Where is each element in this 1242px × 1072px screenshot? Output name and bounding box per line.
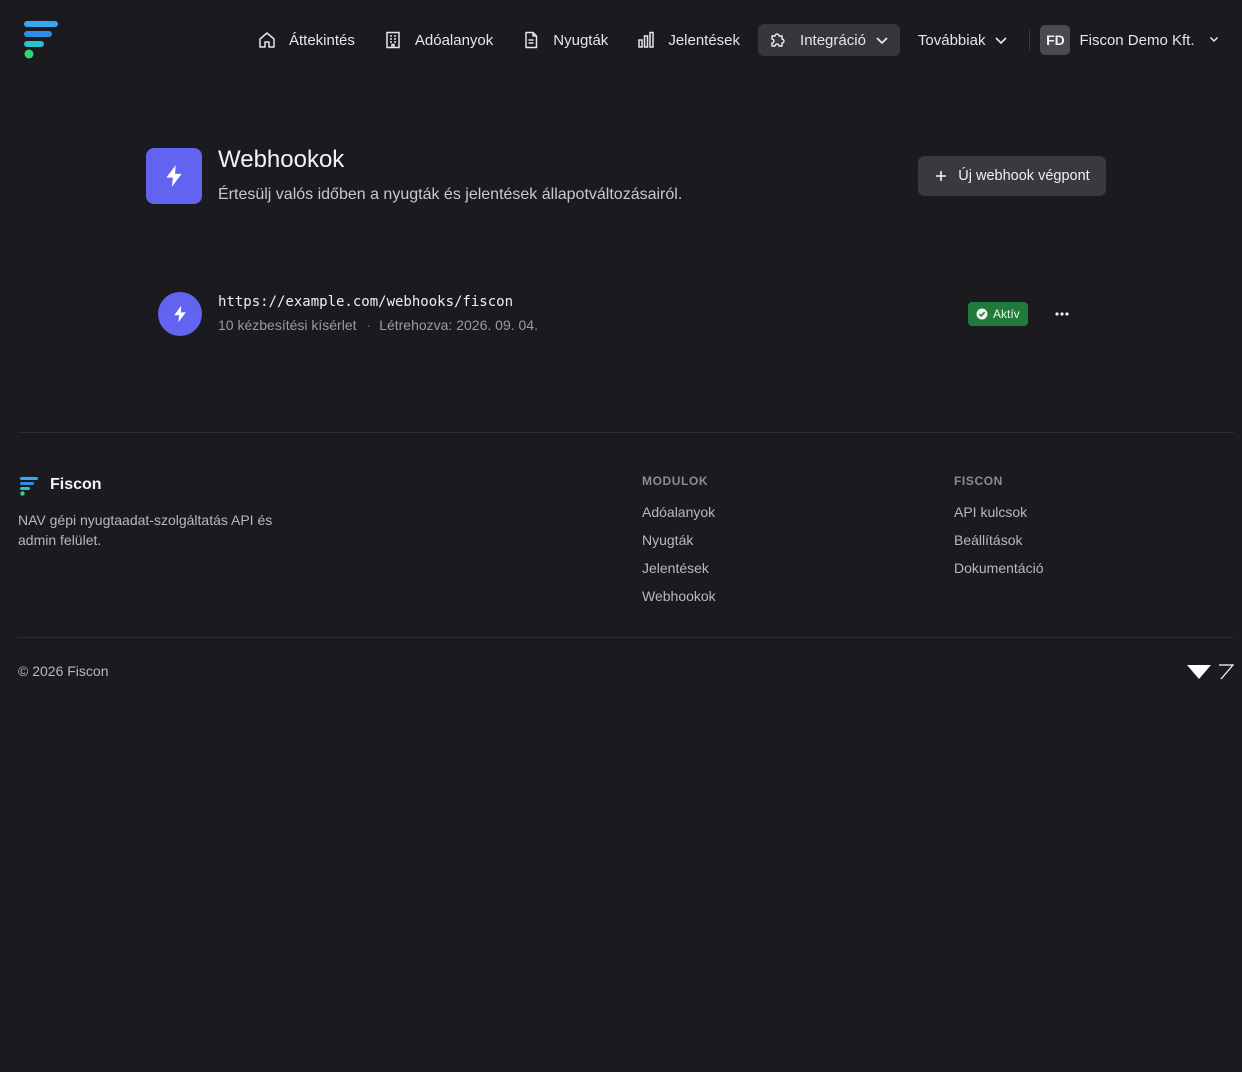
nav-item-more[interactable]: Továbbiak [908,24,1020,56]
new-webhook-button[interactable]: Új webhook végpont [918,156,1106,196]
nav-item-label: Nyugták [553,31,609,49]
page-subtitle: Értesülj valós időben a nyugták és jelen… [218,186,683,203]
webhooks-page-icon [146,148,202,204]
vendor-logo-icon[interactable] [1186,664,1234,680]
account-name: Fiscon Demo Kft. [1079,31,1195,49]
chevron-down-icon[interactable] [1207,32,1221,46]
footer-column-fiscon: FISCON API kulcsok Beállítások Dokumentá… [954,474,1044,586]
nav-item-overview[interactable]: Áttekintés [247,24,365,56]
webhook-meta: 10 kézbesítési kísérlet · Létrehozva: 2026… [218,317,538,333]
bar-chart-icon [638,31,655,48]
building-icon [386,31,400,49]
account-menu[interactable]: FD Fiscon Demo Kft. [1040,24,1195,56]
plus-icon [936,171,947,181]
nav-divider [1029,30,1031,50]
footer-link-receipts[interactable]: Nyugták [642,530,716,558]
footer-link-documentation[interactable]: Dokumentáció [954,558,1044,586]
puzzle-icon [771,33,785,47]
nav-item-label: Adóalanyok [414,31,494,49]
nav-item-label: Továbbiak [917,31,986,49]
webhook-url[interactable]: https://example.com/webhooks/fiscon [218,294,513,310]
footer-brand: Fiscon [50,476,102,493]
nav-item-label: Integráció [800,31,866,49]
footer-bottom-divider [18,637,1234,638]
ellipsis-icon [1055,312,1069,316]
chevron-down-icon [995,37,1008,45]
new-webhook-button-label: Új webhook végpont [958,168,1090,184]
nav-item-integration[interactable]: Integráció [758,24,900,56]
fiscon-logo-icon[interactable] [22,20,60,60]
nav-item-reports[interactable]: Jelentések [626,24,750,56]
nav-item-taxpayers[interactable]: Adóalanyok [373,24,503,56]
nav-item-receipts[interactable]: Nyugták [511,24,618,56]
top-navigation-bar: Áttekintés Adóalanyok Nyugták Jelentések… [0,0,1242,80]
lightning-icon [166,165,182,187]
check-circle-icon [976,308,988,320]
copyright: © 2026 Fiscon [18,663,109,679]
home-icon [259,32,275,48]
footer-link-api-keys[interactable]: API kulcsok [954,502,1044,530]
footer-divider [18,432,1234,433]
footer-link-taxpayers[interactable]: Adóalanyok [642,502,716,530]
footer-link-webhooks[interactable]: Webhookok [642,586,716,614]
footer-column-title: MODULOK [642,474,709,488]
fiscon-logo-icon[interactable] [19,476,39,496]
footer-description: NAV gépi nyugtaadat-szolgáltatás API és … [18,512,273,548]
avatar: FD [1040,25,1071,55]
status-badge: Aktív [968,302,1028,326]
footer-link-settings[interactable]: Beállítások [954,530,1044,558]
document-icon [525,31,538,49]
nav-item-label: Áttekintés [289,31,355,49]
footer-link-reports[interactable]: Jelentések [642,558,716,586]
meta-separator: · [366,317,372,333]
chevron-down-icon [876,37,888,45]
nav-item-label: Jelentések [668,31,741,49]
footer-column-title: FISCON [954,474,1003,488]
lightning-icon [174,305,186,323]
webhook-avatar [158,292,202,336]
footer-column-modules: MODULOK Adóalanyok Nyugták Jelentések We… [642,474,716,614]
webhook-created: Létrehozva: 2026. 09. 04. [379,317,538,333]
more-options-button[interactable] [1050,302,1074,326]
main-nav: Áttekintés Adóalanyok Nyugták Jelentések… [247,24,1195,56]
status-badge-label: Aktív [993,307,1020,321]
page-title: Webhookok [218,146,345,173]
webhook-attempts: 10 kézbesítési kísérlet [218,317,357,333]
